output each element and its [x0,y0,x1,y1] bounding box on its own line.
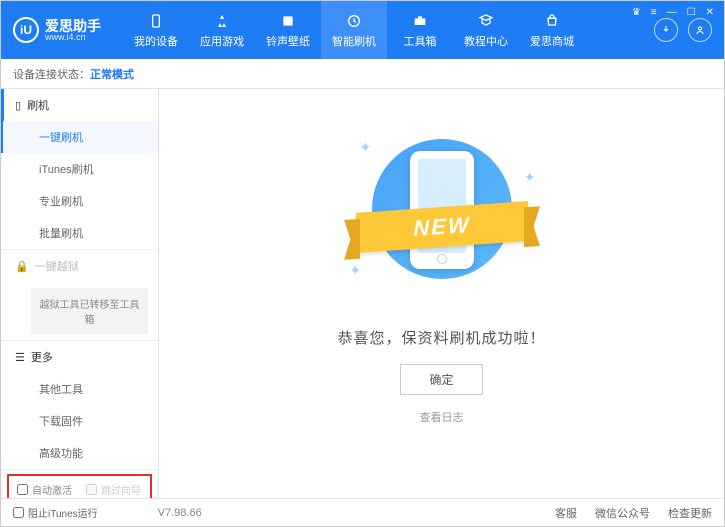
download-button[interactable] [654,18,678,42]
checkbox-label: 自动激活 [32,482,72,497]
success-illustration: ✦ ✦ ✦ NEW [342,129,542,309]
auto-activate-checkbox[interactable]: 自动激活 [17,482,72,497]
user-button[interactable] [688,18,712,42]
nav-store[interactable]: 爱思商城 [519,1,585,59]
store-icon [543,12,561,30]
nav-label: 工具箱 [404,33,437,49]
sidebar-item-firmware[interactable]: 下载固件 [1,405,158,437]
nav-label: 应用游戏 [200,33,244,49]
nav-label: 我的设备 [134,33,178,49]
sidebar-header-label: 一键越狱 [35,258,79,274]
sidebar-item-advanced[interactable]: 高级功能 [1,437,158,469]
status-bar: 设备连接状态： 正常模式 [1,59,724,89]
nav-flash[interactable]: 智能刷机 [321,1,387,59]
checkbox-label: 跳过向导 [101,482,141,497]
jailbreak-note: 越狱工具已转移至工具箱 [31,288,148,334]
skip-guide-checkbox[interactable]: 跳过向导 [86,482,141,497]
nav-label: 爱思商城 [530,33,574,49]
status-label: 设备连接状态： [13,66,90,82]
checkbox-input [86,484,97,495]
lock-icon: 🔒 [15,260,29,273]
view-log-link[interactable]: 查看日志 [420,409,464,425]
nav-ringtones[interactable]: 铃声壁纸 [255,1,321,59]
nav-label: 教程中心 [464,33,508,49]
apps-icon [213,12,231,30]
sidebar-item-batch[interactable]: 批量刷机 [1,217,158,249]
minimize-icon[interactable]: — [665,5,679,20]
app-url: www.i4.cn [45,33,101,42]
device-icon [147,12,165,30]
success-message: 恭喜您，保资料刷机成功啦！ [337,327,545,348]
main-content: ✦ ✦ ✦ NEW 恭喜您，保资料刷机成功啦！ 确定 查看日志 [159,89,724,498]
menu-icon[interactable]: ≡ [649,5,659,20]
checkbox-input[interactable] [13,507,24,518]
sidebar-header-jailbreak: 🔒 一键越狱 [1,250,158,282]
sidebar-item-itunes[interactable]: iTunes刷机 [1,153,158,185]
sidebar-header-flash[interactable]: ▯ 刷机 [1,89,158,121]
sidebar-item-pro[interactable]: 专业刷机 [1,185,158,217]
nav-label: 铃声壁纸 [266,33,310,49]
sidebar-header-more[interactable]: ☰ 更多 [1,341,158,373]
checkbox-label: 阻止iTunes运行 [28,505,98,520]
footer-support[interactable]: 客服 [555,505,577,521]
sidebar: ▯ 刷机 一键刷机 iTunes刷机 专业刷机 批量刷机 🔒 一键越狱 越狱工具… [1,89,159,498]
close-icon[interactable]: ✕ [704,5,716,20]
logo: iU 爱思助手 www.i4.cn [13,17,101,43]
ringtone-icon [279,12,297,30]
nav-toolbox[interactable]: 工具箱 [387,1,453,59]
app-title: 爱思助手 [45,19,101,33]
maximize-icon[interactable]: ☐ [685,5,698,20]
tutorial-icon [477,12,495,30]
footer-wechat[interactable]: 微信公众号 [595,505,650,521]
app-header: ♛ ≡ — ☐ ✕ iU 爱思助手 www.i4.cn 我的设备 应用游戏 [1,1,724,59]
block-itunes-checkbox[interactable]: 阻止iTunes运行 [13,505,98,520]
main-nav: 我的设备 应用游戏 铃声壁纸 智能刷机 工具箱 教程中心 [123,1,654,59]
nav-my-device[interactable]: 我的设备 [123,1,189,59]
phone-icon: ▯ [15,99,21,112]
list-icon: ☰ [15,351,25,364]
nav-tutorials[interactable]: 教程中心 [453,1,519,59]
nav-label: 智能刷机 [332,33,376,49]
footer-update[interactable]: 检查更新 [668,505,712,521]
sidebar-header-label: 刷机 [27,97,49,113]
flash-icon [345,12,363,30]
logo-badge: iU [13,17,39,43]
gift-icon[interactable]: ♛ [630,5,643,20]
sidebar-header-label: 更多 [31,349,53,365]
sidebar-item-othertools[interactable]: 其他工具 [1,373,158,405]
ribbon-text: NEW [413,212,470,242]
checkbox-input[interactable] [17,484,28,495]
version-label: V7.98.66 [158,507,202,519]
sidebar-item-oneclick[interactable]: 一键刷机 [1,121,158,153]
highlighted-options: 自动激活 跳过向导 [7,474,152,498]
window-controls: ♛ ≡ — ☐ ✕ [630,5,716,20]
footer: 阻止iTunes运行 V7.98.66 客服 微信公众号 检查更新 [1,498,724,526]
status-value: 正常模式 [90,66,134,82]
ok-button[interactable]: 确定 [400,364,482,395]
nav-apps[interactable]: 应用游戏 [189,1,255,59]
toolbox-icon [411,12,429,30]
